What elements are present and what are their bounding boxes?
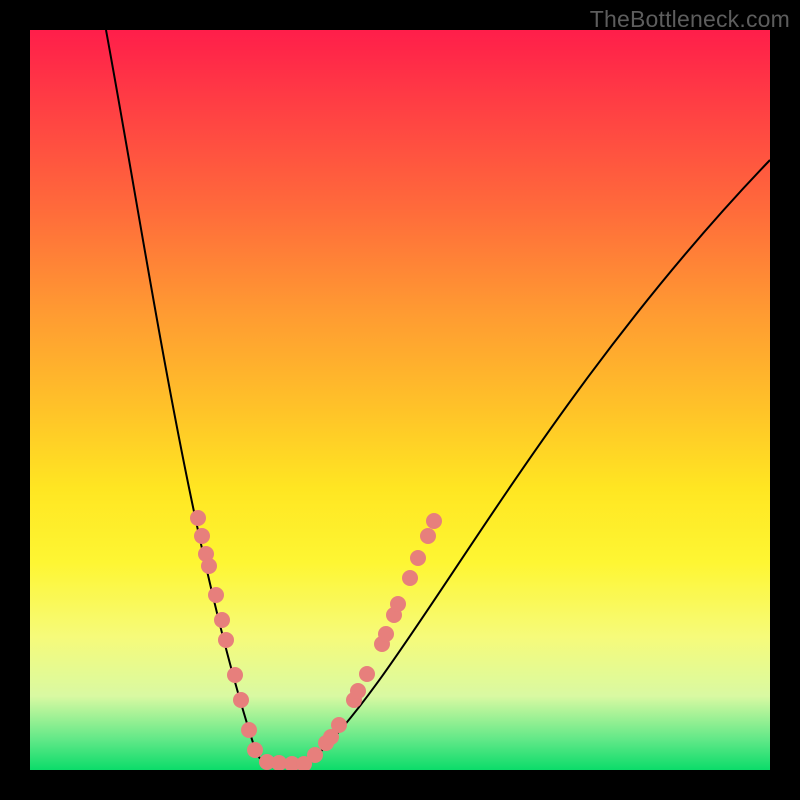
highlight-dots-group (190, 510, 442, 770)
highlight-dot (227, 667, 243, 683)
bottleneck-curve-path (106, 30, 770, 767)
watermark-text: TheBottleneck.com (590, 6, 790, 33)
highlight-dot (426, 513, 442, 529)
highlight-dot (247, 742, 263, 758)
bottleneck-curve-svg (30, 30, 770, 770)
highlight-dot (307, 747, 323, 763)
highlight-dot (194, 528, 210, 544)
highlight-dot (378, 626, 394, 642)
highlight-dot (331, 717, 347, 733)
highlight-dot (402, 570, 418, 586)
highlight-dot (390, 596, 406, 612)
highlight-dot (359, 666, 375, 682)
highlight-dot (233, 692, 249, 708)
highlight-dot (241, 722, 257, 738)
highlight-dot (190, 510, 206, 526)
highlight-dot (208, 587, 224, 603)
highlight-dot (218, 632, 234, 648)
chart-frame: TheBottleneck.com (0, 0, 800, 800)
highlight-dot (214, 612, 230, 628)
highlight-dot (201, 558, 217, 574)
highlight-dot (410, 550, 426, 566)
plot-area (30, 30, 770, 770)
highlight-dot (420, 528, 436, 544)
highlight-dot (350, 683, 366, 699)
